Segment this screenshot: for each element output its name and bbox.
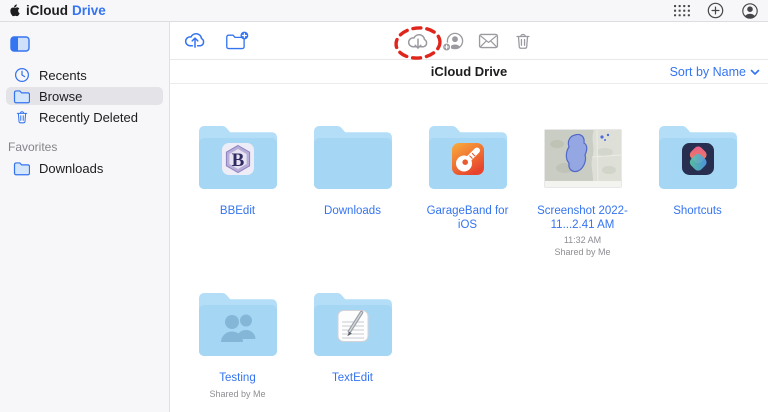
brand-name: iCloud — [26, 3, 68, 18]
folder-icon — [657, 123, 739, 190]
file-tile-textedit[interactable]: TextEdit — [295, 290, 410, 412]
main-content: iCloud Drive Sort by Name B BBEdit Downl… — [170, 22, 768, 412]
file-time: 11:32 AM — [563, 235, 602, 245]
account-icon[interactable] — [741, 2, 759, 20]
folder-icon — [13, 161, 30, 176]
trash-icon[interactable] — [511, 28, 535, 54]
file-name: GarageBand for iOS — [426, 205, 509, 231]
sidebar-item-label: Browse — [39, 88, 83, 104]
bbedit-app-icon: B — [221, 142, 255, 176]
file-shared-status: Shared by Me — [554, 246, 611, 257]
file-name: Shortcuts — [673, 205, 722, 217]
sort-label: Sort by Name — [669, 65, 746, 79]
product-name: Drive — [72, 3, 106, 18]
add-person-icon[interactable] — [441, 28, 465, 54]
file-shared-status: Shared by Me — [209, 388, 266, 399]
app-title: iCloud Drive — [9, 3, 106, 18]
top-bar: iCloud Drive — [0, 0, 768, 22]
sidebar-toggle-icon[interactable] — [10, 36, 30, 52]
folder-icon — [13, 89, 30, 104]
sidebar-item-label: Recently Deleted — [39, 109, 138, 125]
new-folder-icon[interactable] — [225, 28, 249, 54]
image-thumbnail — [542, 123, 624, 190]
folder-icon — [312, 290, 394, 357]
sidebar-item-label: Recents — [39, 67, 87, 83]
file-name: Screenshot 2022-11...2.41 AM — [537, 205, 628, 231]
sidebar-item-downloads[interactable]: Downloads — [6, 159, 163, 177]
map-thumbnail-image — [544, 129, 621, 188]
page-header: iCloud Drive Sort by Name — [170, 60, 768, 84]
sort-by-name-button[interactable]: Sort by Name — [670, 60, 760, 84]
folder-icon — [312, 123, 394, 190]
cloud-download-icon[interactable] — [406, 28, 430, 54]
file-tile-testing[interactable]: Testing Shared by Me — [180, 290, 295, 412]
sidebar-item-recently-deleted[interactable]: Recently Deleted — [6, 108, 163, 126]
shared-folder-icon — [197, 290, 279, 357]
file-name: BBEdit — [219, 205, 256, 217]
app-grid-icon[interactable] — [674, 2, 690, 20]
shared-people-icon — [220, 312, 255, 346]
file-grid: B BBEdit Downloads GarageBand for iOS Sc… — [170, 84, 768, 412]
apple-logo-icon — [9, 3, 22, 18]
icloud-drive-window: iCloud Drive Recents Browse Recently Del… — [0, 0, 768, 412]
mail-icon[interactable] — [476, 28, 500, 54]
page-title: iCloud Drive — [430, 64, 508, 79]
folder-icon — [427, 123, 509, 190]
garageband-app-icon — [451, 142, 485, 176]
trash-icon — [13, 109, 30, 125]
sidebar-item-label: Downloads — [39, 160, 104, 176]
svg-text:B: B — [231, 150, 244, 171]
file-tile-screenshot[interactable]: Screenshot 2022-11...2.41 AM 11:32 AM Sh… — [525, 123, 640, 290]
sidebar: Recents Browse Recently Deleted Favorite… — [0, 22, 170, 412]
cloud-upload-icon[interactable] — [183, 28, 207, 54]
top-bar-actions — [674, 2, 759, 20]
add-circle-icon[interactable] — [707, 2, 724, 20]
shortcuts-app-icon — [681, 142, 715, 176]
toolbar-center-group — [406, 22, 535, 60]
file-name: Testing — [219, 372, 256, 384]
file-tile-shortcuts[interactable]: Shortcuts — [640, 123, 755, 290]
folder-icon: B — [197, 123, 279, 190]
toolbar — [170, 22, 768, 60]
file-name: TextEdit — [332, 372, 373, 384]
clock-icon — [13, 67, 30, 83]
file-tile-downloads[interactable]: Downloads — [295, 123, 410, 290]
toolbar-left-group — [170, 28, 249, 54]
file-name: Downloads — [324, 205, 381, 217]
chevron-down-icon — [750, 69, 760, 75]
file-tile-bbedit[interactable]: B BBEdit — [180, 123, 295, 290]
sidebar-item-browse[interactable]: Browse — [6, 87, 163, 105]
textedit-app-icon — [336, 309, 370, 343]
favorites-heading: Favorites — [8, 140, 58, 154]
file-tile-garageband[interactable]: GarageBand for iOS — [410, 123, 525, 290]
sidebar-item-recents[interactable]: Recents — [6, 66, 163, 84]
